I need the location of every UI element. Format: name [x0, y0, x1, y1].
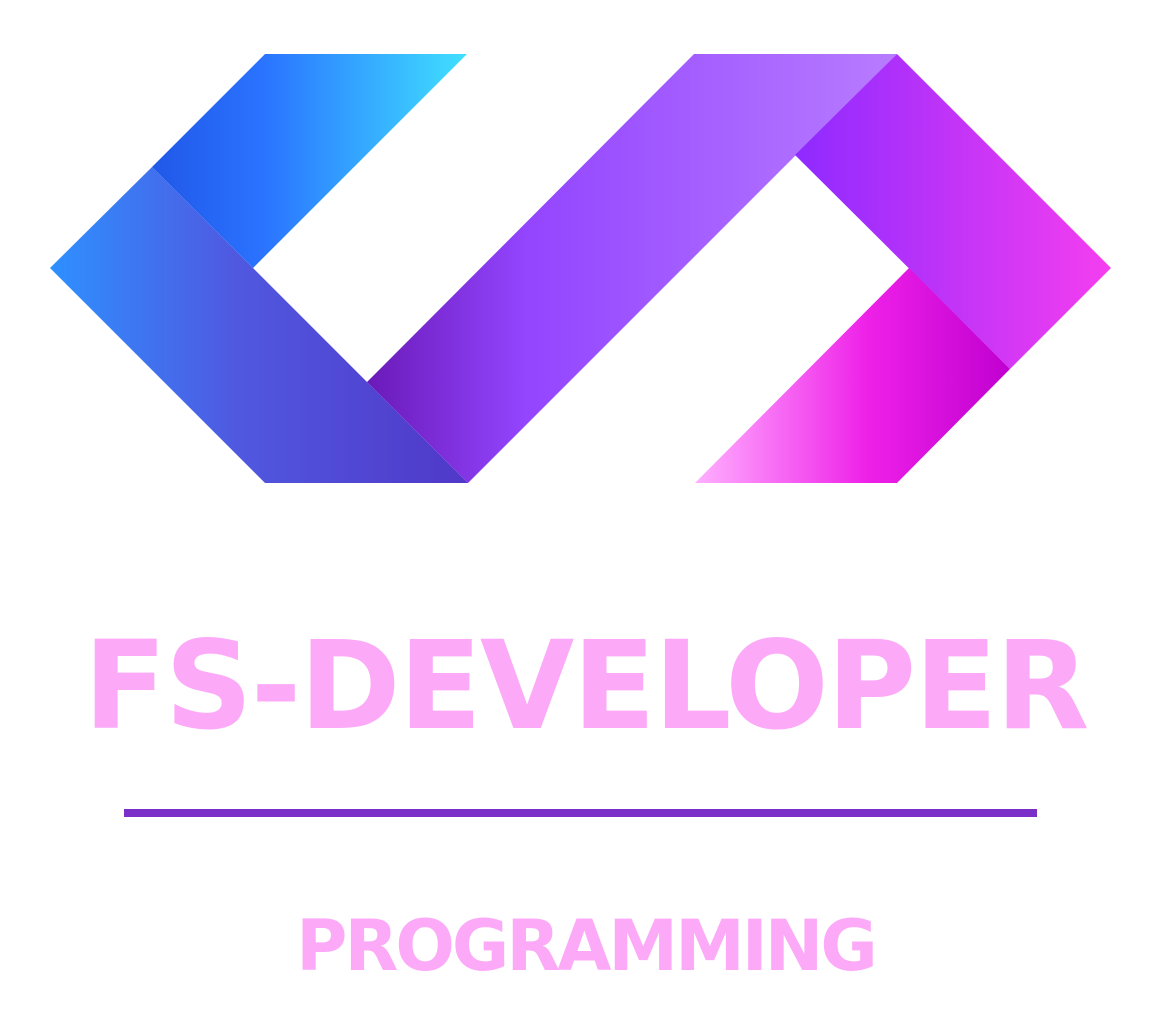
tagline: PROGRAMMING — [296, 905, 878, 987]
code-brackets-ribbon-icon — [50, 54, 1111, 483]
brand-title: FS-DEVELOPER — [83, 615, 1089, 757]
divider-line — [124, 809, 1037, 817]
